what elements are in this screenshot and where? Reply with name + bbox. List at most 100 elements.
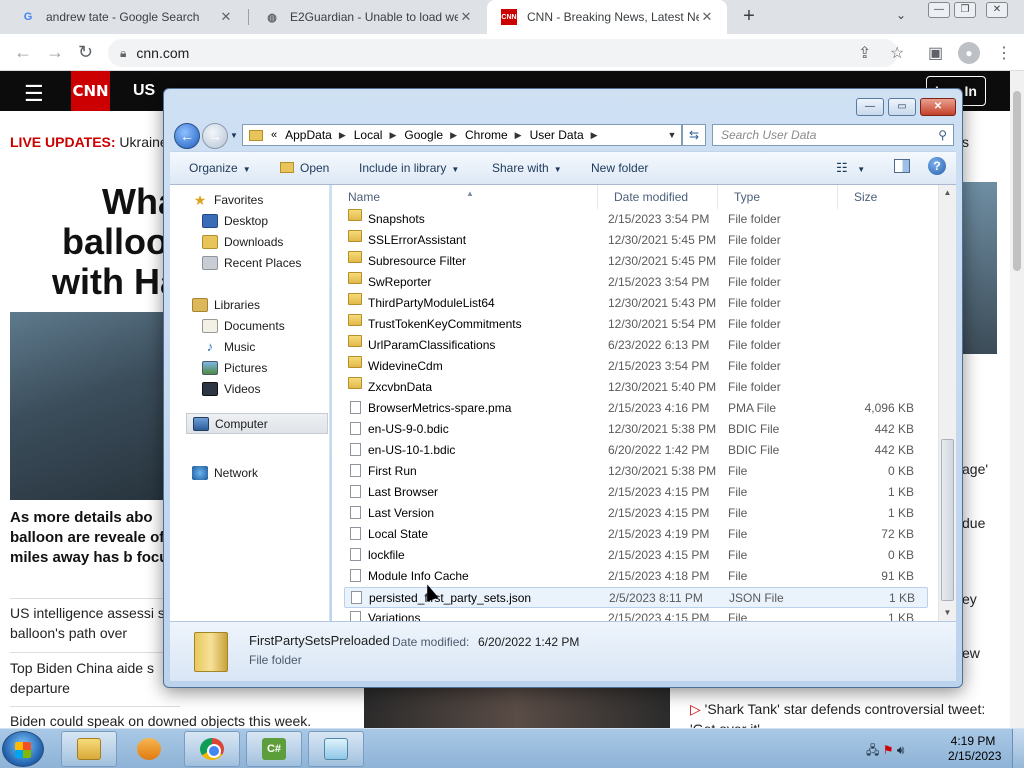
nav-link-us[interactable]: US	[133, 82, 155, 100]
address-dropdown-icon[interactable]: ▼	[663, 125, 681, 145]
new-tab-button[interactable]: +	[738, 6, 760, 28]
nav-downloads[interactable]: Downloads	[202, 235, 283, 249]
breadcrumb-local[interactable]: Local	[354, 128, 383, 142]
forward-arrow-icon[interactable]: →	[202, 123, 228, 149]
right-column-fragment[interactable]: due	[962, 515, 985, 531]
tab-close-icon[interactable]: ✕	[458, 9, 474, 25]
story-link[interactable]: Top Biden China aide s departure	[10, 658, 180, 698]
file-row[interactable]: First Run 12/30/2021 5:38 PM File 0 KB	[344, 461, 928, 482]
story-link[interactable]: Biden could speak on downed objects this…	[10, 713, 350, 729]
file-row[interactable]: WidevineCdm 2/15/2023 3:54 PM File folder	[344, 356, 928, 377]
taskbar-csharp[interactable]: C#	[246, 731, 302, 767]
column-header-date[interactable]: Date modified	[598, 185, 718, 209]
scroll-up-icon[interactable]: ▲	[939, 185, 956, 201]
tab-close-icon[interactable]: ✕	[218, 9, 234, 25]
breadcrumb-google[interactable]: Google	[404, 128, 443, 142]
tab-e2guardian[interactable]: ◍ E2Guardian - Unable to load web ✕	[250, 0, 486, 34]
live-updates-banner[interactable]: LIVE UPDATES: Ukraine	[10, 134, 168, 150]
column-header-name[interactable]: Name ▲	[332, 185, 598, 209]
file-row[interactable]: en-US-9-0.bdic 12/30/2021 5:38 PM BDIC Fil…	[344, 419, 928, 440]
file-row[interactable]: Local State 2/15/2023 4:19 PM File 72 KB	[344, 524, 928, 545]
network-icon[interactable]: 🖧︎	[866, 743, 879, 757]
hero-image[interactable]	[10, 312, 180, 500]
help-icon[interactable]: ?	[928, 157, 946, 175]
file-row[interactable]: en-US-10-1.bdic 6/20/2022 1:42 PM BDIC Fil…	[344, 440, 928, 461]
nav-desktop[interactable]: Desktop	[202, 214, 268, 228]
file-row[interactable]: TrustTokenKeyCommitments 12/30/2021 5:54 …	[344, 314, 928, 335]
search-icon[interactable]: ⚲	[938, 125, 947, 145]
breadcrumb-appdata[interactable]: AppData	[285, 128, 332, 142]
nav-music[interactable]: ♪ Music	[202, 340, 256, 355]
nav-documents[interactable]: Documents	[202, 319, 285, 333]
file-row[interactable]: Last Browser 2/15/2023 4:15 PM File 1 KB	[344, 482, 928, 503]
close-icon[interactable]: ✕	[920, 98, 956, 116]
forward-arrow-icon[interactable]: →	[46, 42, 64, 63]
breadcrumb-user-data[interactable]: User Data	[530, 128, 584, 142]
change-view-icon[interactable]: ☷ ▼	[836, 160, 865, 176]
scrollbar-thumb[interactable]	[941, 439, 954, 601]
tab-cnn[interactable]: CNN CNN - Breaking News, Latest News ✕	[487, 0, 727, 34]
nav-libraries[interactable]: Libraries	[192, 298, 260, 312]
menu-kebab-icon[interactable]: ⋮	[996, 43, 1012, 63]
right-column-fragment[interactable]: age'	[962, 461, 988, 477]
nav-recent-places[interactable]: Recent Places	[202, 256, 301, 270]
chevron-right-icon[interactable]: ▶	[389, 130, 396, 141]
chevron-right-icon[interactable]: ▶	[339, 130, 346, 141]
minimize-icon[interactable]: —	[928, 2, 950, 18]
taskbar-chrome[interactable]	[184, 731, 240, 767]
chevron-right-icon[interactable]: ▶	[450, 130, 457, 141]
right-column-image[interactable]	[962, 182, 997, 354]
tab-search-chevron-icon[interactable]: ⌄	[896, 8, 906, 22]
chevron-right-icon[interactable]: ▶	[591, 130, 598, 141]
nav-videos[interactable]: Videos	[202, 382, 260, 396]
share-with-button[interactable]: Share with ▼	[492, 161, 562, 175]
taskbar-notepad[interactable]	[308, 731, 364, 767]
preview-pane-icon[interactable]	[894, 159, 910, 173]
taskbar-explorer[interactable]	[61, 731, 117, 767]
refresh-icon[interactable]: ⇆	[682, 124, 706, 146]
start-button[interactable]	[2, 731, 44, 767]
volume-icon[interactable]: 🔊︎	[897, 743, 905, 757]
organize-button[interactable]: Organize ▼	[189, 161, 251, 175]
show-desktop-button[interactable]	[1012, 729, 1024, 768]
nav-network[interactable]: Network	[192, 466, 258, 480]
include-in-library-button[interactable]: Include in library ▼	[359, 161, 459, 175]
reload-icon[interactable]: ↻	[78, 42, 93, 63]
history-dropdown-icon[interactable]: ▼	[230, 131, 238, 140]
back-arrow-icon[interactable]: ←	[14, 42, 32, 63]
file-row[interactable]: UrlParamClassifications 6/23/2022 6:13 PM…	[344, 335, 928, 356]
file-row[interactable]: ThirdPartyModuleList64 12/30/2021 5:43 PM…	[344, 293, 928, 314]
flag-alert-icon[interactable]: ⚑	[883, 743, 894, 757]
file-row[interactable]: SwReporter 2/15/2023 3:54 PM File folder	[344, 272, 928, 293]
column-header-size[interactable]: Size	[838, 185, 938, 209]
tab-google-search[interactable]: G andrew tate - Google Search ✕	[6, 0, 246, 34]
nav-favorites[interactable]: ★ Favorites	[192, 193, 264, 207]
column-header-type[interactable]: Type	[718, 185, 838, 209]
video-thumbnail[interactable]	[364, 688, 670, 730]
close-icon[interactable]: ✕	[986, 2, 1008, 18]
right-column-fragment[interactable]: ew	[962, 645, 980, 661]
clock[interactable]: 4:19 PM 2/15/2023	[948, 734, 1001, 764]
bookmark-star-icon[interactable]: ☆	[890, 43, 904, 63]
nav-computer[interactable]: Computer	[186, 413, 328, 434]
back-arrow-icon[interactable]: ←	[174, 123, 200, 149]
file-list-scrollbar[interactable]: ▲ ▼	[938, 185, 956, 621]
address-bar[interactable]: 🔒︎ cnn.com	[108, 39, 898, 67]
right-column-fragment[interactable]: s	[962, 134, 969, 150]
story-link[interactable]: US intelligence assessi spy balloon's pa…	[10, 603, 180, 643]
open-button[interactable]: Open	[280, 161, 329, 175]
right-column-fragment[interactable]: ey	[962, 591, 977, 607]
address-bar[interactable]: « AppData ▶ Local ▶ Google ▶ Chrome ▶ Us…	[242, 124, 682, 146]
new-folder-button[interactable]: New folder	[591, 161, 648, 175]
page-scrollbar-thumb[interactable]	[1013, 91, 1021, 271]
side-panel-icon[interactable]: ▣	[928, 43, 943, 63]
restore-icon[interactable]: ❐	[954, 2, 976, 18]
search-input[interactable]: Search User Data ⚲	[712, 124, 954, 146]
taskbar-media-player[interactable]	[121, 731, 177, 767]
page-scrollbar[interactable]	[1010, 71, 1024, 728]
profile-avatar[interactable]: ●	[958, 42, 980, 64]
chevron-right-icon[interactable]: ▶	[515, 130, 522, 141]
file-row[interactable]: BrowserMetrics-spare.pma 2/15/2023 4:16 P…	[344, 398, 928, 419]
cnn-logo[interactable]: CNN	[71, 71, 110, 111]
hamburger-menu-icon[interactable]: ☰	[24, 81, 44, 107]
